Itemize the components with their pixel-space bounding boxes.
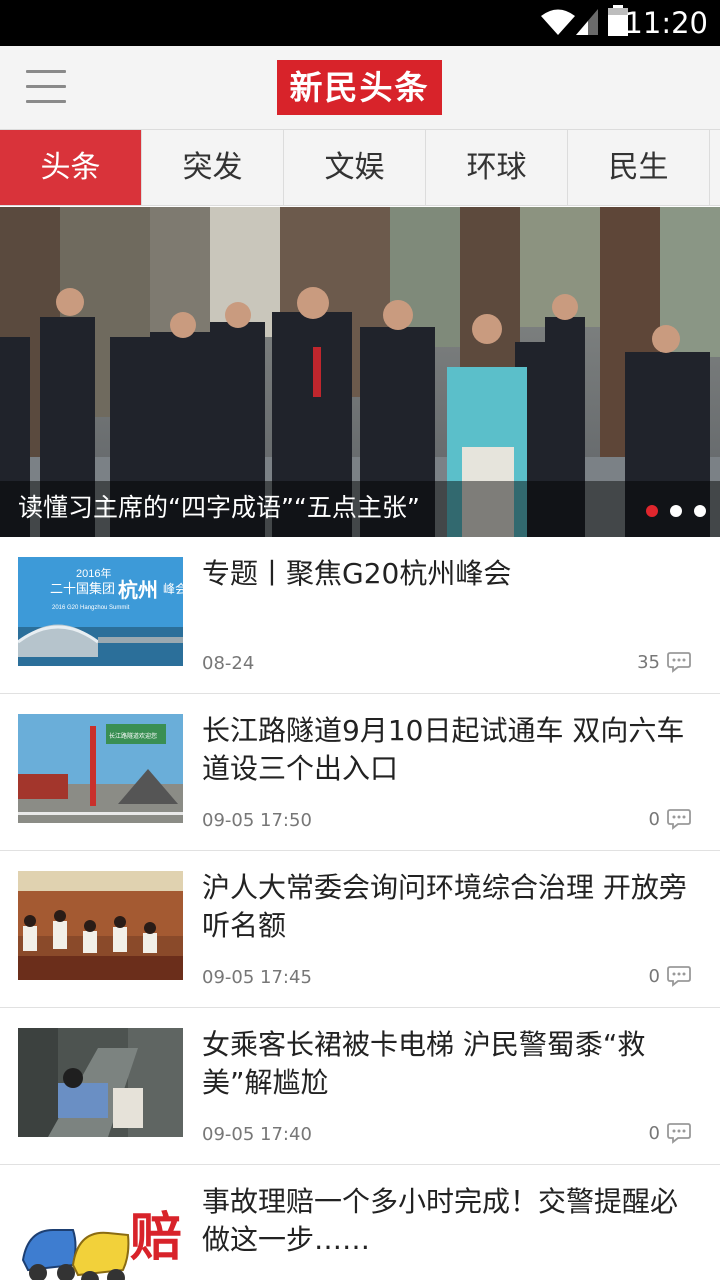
signal-icon xyxy=(576,9,598,35)
pagination-dot[interactable] xyxy=(694,505,706,517)
news-date: 08-24 xyxy=(202,653,255,674)
news-title: 事故理赔一个多小时完成！交警提醒必做这一步…… xyxy=(202,1185,679,1256)
comment-count-value: 35 xyxy=(637,651,660,673)
comment-count-value: 0 xyxy=(648,808,660,830)
status-time: 11:20 xyxy=(624,6,708,40)
comment-count[interactable]: 0 xyxy=(649,808,692,830)
news-date: 09-05 17:45 xyxy=(202,967,312,988)
news-thumbnail xyxy=(18,1028,183,1137)
comment-count-value: 0 xyxy=(648,965,660,987)
news-list: 2016年 二十国集团 杭州 峰会 2016 G20 Hangzhou Summ… xyxy=(0,537,720,1280)
comment-icon xyxy=(667,652,691,673)
menu-line xyxy=(26,100,66,103)
news-title: 专题丨聚焦G20杭州峰会 xyxy=(202,557,512,590)
comment-count-value: 0 xyxy=(648,1122,660,1144)
comment-count[interactable]: 0 xyxy=(649,965,692,987)
banner-pagination xyxy=(646,505,706,517)
app-logo: 新民头条 xyxy=(277,60,442,115)
menu-button[interactable] xyxy=(26,70,66,104)
news-thumbnail: 赔 xyxy=(18,1185,183,1280)
pagination-dot[interactable] xyxy=(670,505,682,517)
comment-count[interactable]: 0 xyxy=(649,1122,692,1144)
comment-icon xyxy=(667,809,691,830)
news-title: 沪人大常委会询问环境综合治理 开放旁听名额 xyxy=(202,871,687,942)
tab-headline[interactable]: 头条 xyxy=(0,130,142,205)
news-item[interactable]: 女乘客长裙被卡电梯 沪民警蜀黍“救美”解尴尬 09-05 17:40 0 xyxy=(0,1008,720,1165)
status-bar: 11:20 xyxy=(0,0,720,46)
comment-icon xyxy=(667,1123,691,1144)
comment-count[interactable]: 35 xyxy=(637,651,692,673)
menu-line xyxy=(26,85,66,88)
news-item[interactable]: 2016年 二十国集团 杭州 峰会 2016 G20 Hangzhou Summ… xyxy=(0,537,720,694)
tab-breaking[interactable]: 突发 xyxy=(142,130,284,205)
pagination-dot[interactable] xyxy=(646,505,658,517)
app-header: 新民头条 xyxy=(0,46,720,130)
thumb-word: 峰会 xyxy=(163,582,183,596)
news-item[interactable]: 沪人大常委会询问环境综合治理 开放旁听名额 09-05 17:45 0 xyxy=(0,851,720,1008)
news-thumbnail: 2016年 二十国集团 杭州 峰会 2016 G20 Hangzhou Summ… xyxy=(18,557,183,666)
wifi-icon xyxy=(541,9,575,35)
tab-entertainment[interactable]: 文娱 xyxy=(284,130,426,205)
news-thumbnail: 长江路隧道欢迎您 xyxy=(18,714,183,823)
news-title: 女乘客长裙被卡电梯 沪民警蜀黍“救美”解尴尬 xyxy=(202,1028,646,1099)
headline-banner[interactable]: 读懂习主席的“四字成语”“五点主张” xyxy=(0,207,720,537)
news-date: 09-05 17:50 xyxy=(202,810,312,831)
news-item[interactable]: 赔 事故理赔一个多小时完成！交警提醒必做这一步…… xyxy=(0,1165,720,1280)
thumb-city: 杭州 xyxy=(118,578,158,602)
news-title: 长江路隧道9月10日起试通车 双向六车道设三个出入口 xyxy=(202,714,685,785)
news-thumbnail xyxy=(18,871,183,980)
banner-caption: 读懂习主席的“四字成语”“五点主张” xyxy=(18,493,420,522)
thumb-line2: 2016 G20 Hangzhou Summit xyxy=(52,605,130,611)
thumb-sign: 长江路隧道欢迎您 xyxy=(109,732,157,740)
news-item[interactable]: 长江路隧道欢迎您 长江路隧道9月10日起试通车 双向六车道设三个出入口 09-0… xyxy=(0,694,720,851)
comment-icon xyxy=(667,966,691,987)
thumb-char: 赔 xyxy=(130,1209,182,1267)
thumb-year: 2016年 xyxy=(76,566,111,580)
tab-world[interactable]: 环球 xyxy=(426,130,568,205)
category-tabs: 头条 突发 文娱 环球 民生 xyxy=(0,130,720,206)
news-date: 09-05 17:40 xyxy=(202,1124,312,1145)
thumb-line1: 二十国集团 xyxy=(50,581,115,596)
tab-livelihood[interactable]: 民生 xyxy=(568,130,710,205)
menu-line xyxy=(26,70,66,73)
